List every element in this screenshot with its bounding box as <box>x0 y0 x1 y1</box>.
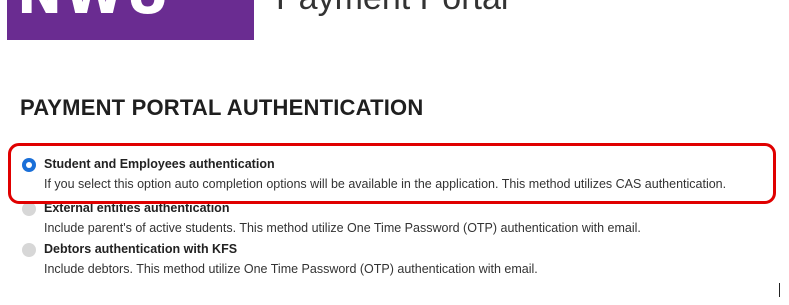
radio-button[interactable] <box>22 243 36 257</box>
text-cursor <box>779 283 780 297</box>
selection-highlight <box>8 143 776 204</box>
option-description: Include parent's of active students. Thi… <box>44 221 641 235</box>
logo-text: NWU <box>17 0 172 22</box>
page-title: PAYMENT PORTAL AUTHENTICATION <box>20 95 424 120</box>
option-label: Debtors authentication with KFS <box>44 242 238 256</box>
portal-title: Payment Portal <box>276 0 508 18</box>
nwu-logo: NWU <box>7 0 254 40</box>
radio-button[interactable] <box>22 202 36 216</box>
option-description: Include debtors. This method utilize One… <box>44 262 538 276</box>
